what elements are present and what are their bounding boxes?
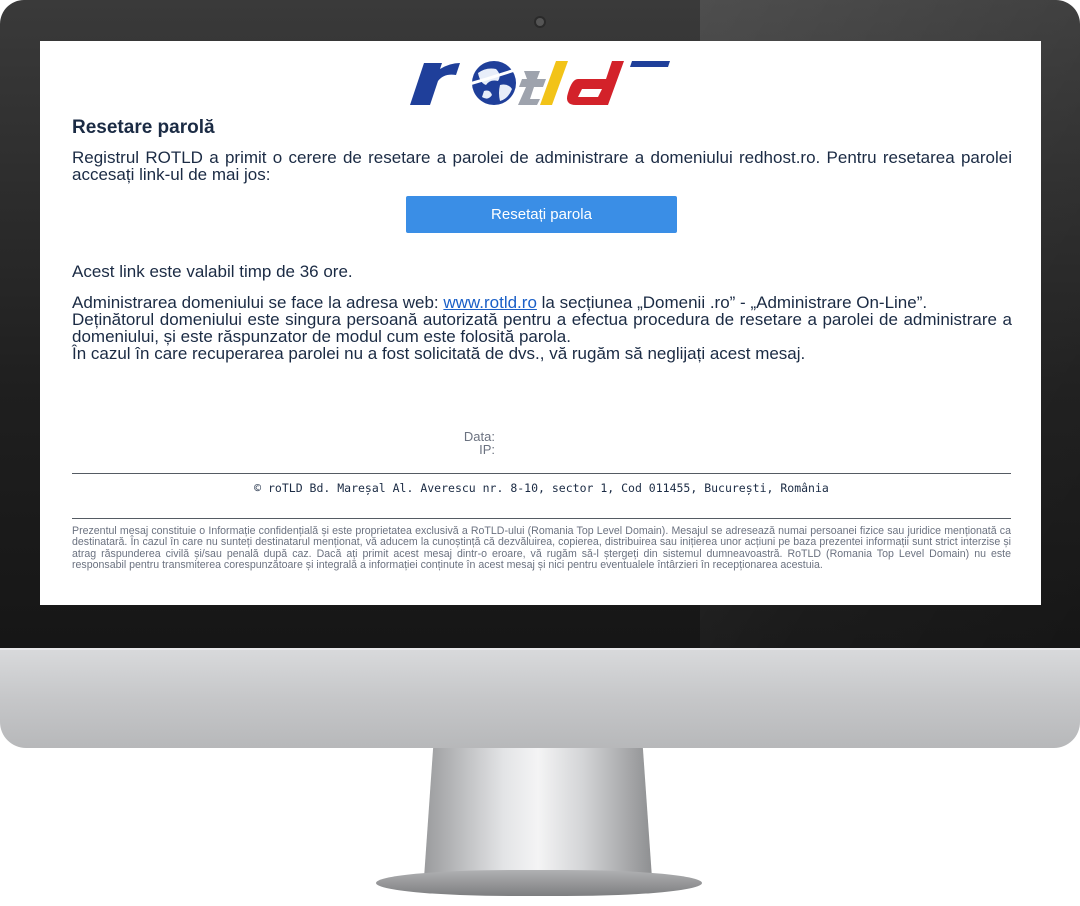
request-meta: Data: IP:	[420, 430, 495, 456]
ip-label: IP:	[479, 442, 495, 457]
footer-address: © roTLD Bd. Mareșal Al. Averescu nr. 8-1…	[254, 481, 829, 495]
rotld-logo-graphic	[410, 61, 670, 105]
globe-icon	[465, 61, 525, 105]
instructions-block: Administrarea domeniului se face la adre…	[72, 294, 1012, 362]
rotld-logo	[406, 55, 676, 111]
intro-text: Registrul ROTLD a primit o cerere de res…	[72, 148, 1012, 184]
email-screen: Resetare parolă Registrul ROTLD a primit…	[40, 41, 1041, 605]
monitor-stand-base	[376, 870, 702, 896]
camera-icon	[536, 18, 544, 26]
divider-top	[72, 473, 1011, 474]
owner-text: Deținătorul domeniului este singura pers…	[72, 310, 1012, 346]
divider-bottom	[72, 518, 1011, 519]
ignore-text: În cazul în care recuperarea parolei nu …	[72, 344, 806, 363]
validity-text: Acest link este valabil timp de 36 ore.	[72, 262, 353, 281]
reset-password-button[interactable]: Resetați parola	[406, 196, 677, 233]
monitor-chin	[0, 648, 1080, 748]
disclaimer-text: Prezentul mesaj constituie o Informație …	[72, 525, 1011, 572]
email-heading: Resetare parolă	[72, 117, 215, 138]
monitor-stand-neck	[424, 748, 652, 878]
